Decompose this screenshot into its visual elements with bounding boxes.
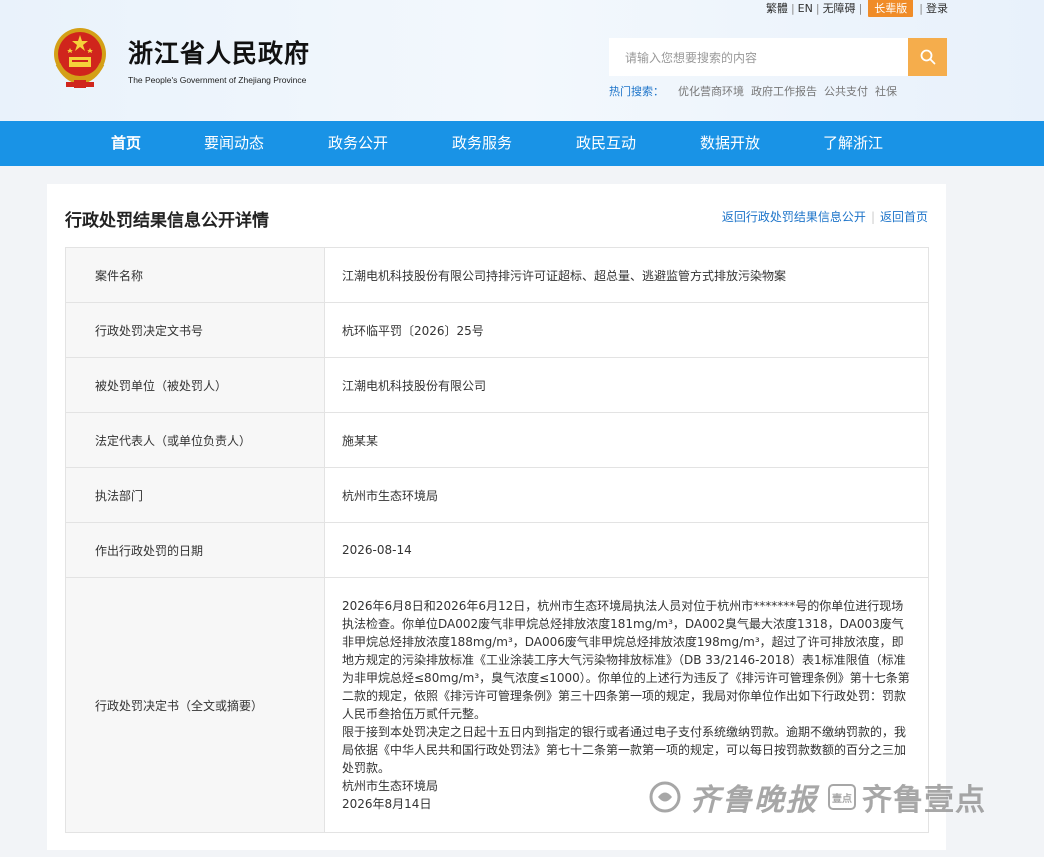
field-value: 杭环临平罚〔2026〕25号 (324, 302, 929, 358)
table-row: 作出行政处罚的日期 2026-08-14 (65, 522, 929, 578)
hot-search-item[interactable]: 社保 (875, 83, 897, 99)
field-label: 被处罚单位（被处罚人） (65, 357, 325, 413)
top-links: 繁體 | EN | 无障碍 | 长辈版 | 登录 (766, 0, 948, 17)
back-links: 返回行政处罚结果信息公开 | 返回首页 (722, 208, 928, 225)
site-header: 繁體 | EN | 无障碍 | 长辈版 | 登录 浙江省人民政府 The Peo… (0, 0, 1044, 121)
accessibility-link[interactable]: 无障碍 (823, 0, 856, 16)
separator: | (815, 1, 820, 15)
nav-item-open-data[interactable]: 数据开放 (690, 121, 770, 166)
field-label: 执法部门 (65, 467, 325, 523)
table-row: 法定代表人（或单位负责人） 施某某 (65, 412, 929, 468)
site-title[interactable]: 浙江省人民政府 (128, 34, 310, 70)
decision-paragraph: 限于接到本处罚决定之日起十五日内到指定的银行或者通过电子支付系统缴纳罚款。逾期不… (342, 725, 907, 775)
hot-search-item[interactable]: 政府工作报告 (751, 83, 817, 99)
field-label: 行政处罚决定书（全文或摘要） (65, 577, 325, 833)
hot-search-item[interactable]: 公共支付 (824, 83, 868, 99)
hot-search-item[interactable]: 优化营商环境 (678, 83, 744, 99)
nav-item-about-zhejiang[interactable]: 了解浙江 (814, 121, 892, 166)
decision-paragraph: 2026年6月8日和2026年6月12日，杭州市生态环境局执法人员对位于杭州市*… (342, 599, 910, 721)
field-label: 案件名称 (65, 247, 325, 303)
field-value: 江潮电机科技股份有限公司持排污许可证超标、超总量、逃避监管方式排放污染物案 (324, 247, 929, 303)
field-label: 行政处罚决定文书号 (65, 302, 325, 358)
field-value: 杭州市生态环境局 (324, 467, 929, 523)
table-row: 被处罚单位（被处罚人） 江潮电机科技股份有限公司 (65, 357, 929, 413)
nav-item-news[interactable]: 要闻动态 (194, 121, 274, 166)
nav-item-services[interactable]: 政务服务 (442, 121, 522, 166)
hot-search-label: 热门搜索： (609, 85, 664, 98)
separator: | (919, 1, 923, 15)
watermark-brand-1: 齐鲁晚报 (690, 783, 818, 818)
field-value: 2026-08-14 (324, 522, 929, 578)
field-value: 施某某 (324, 412, 929, 468)
back-to-list-link[interactable]: 返回行政处罚结果信息公开 (722, 208, 866, 225)
nav-item-open-government[interactable]: 政务公开 (318, 121, 398, 166)
field-value: 江潮电机科技股份有限公司 (324, 357, 929, 413)
media-watermark: 齐鲁晚报 壹点 齐鲁壹点 (648, 773, 1008, 821)
detail-panel: 行政处罚结果信息公开详情 返回行政处罚结果信息公开 | 返回首页 案件名称 江潮… (47, 184, 946, 850)
table-row: 执法部门 杭州市生态环境局 (65, 467, 929, 523)
national-emblem-icon[interactable] (52, 26, 108, 88)
search-icon (920, 49, 935, 65)
traditional-chinese-link[interactable]: 繁體 (766, 0, 788, 16)
field-label: 法定代表人（或单位负责人） (65, 412, 325, 468)
field-label: 作出行政处罚的日期 (65, 522, 325, 578)
login-link[interactable]: 登录 (926, 0, 948, 16)
watermark-badge: 壹点 (828, 784, 856, 810)
separator: | (870, 209, 875, 224)
nav-item-home[interactable]: 首页 (95, 121, 157, 166)
separator: | (790, 1, 795, 15)
search-button[interactable] (908, 38, 947, 76)
hot-search: 热门搜索： 优化营商环境 政府工作报告 公共支付 社保 (609, 83, 904, 99)
separator: | (858, 1, 863, 15)
page-title: 行政处罚结果信息公开详情 (65, 211, 269, 231)
english-link[interactable]: EN (798, 2, 813, 15)
search-input[interactable]: 请输入您想要搜索的内容 (609, 38, 908, 76)
search-placeholder: 请输入您想要搜索的内容 (625, 50, 758, 65)
penalty-detail-table: 案件名称 江潮电机科技股份有限公司持排污许可证超标、超总量、逃避监管方式排放污染… (65, 247, 929, 833)
back-to-home-link[interactable]: 返回首页 (880, 208, 928, 225)
table-row: 案件名称 江潮电机科技股份有限公司持排污许可证超标、超总量、逃避监管方式排放污染… (65, 247, 929, 303)
elder-version-button[interactable]: 长辈版 (868, 0, 914, 17)
watermark-brand-2: 齐鲁壹点 (862, 783, 986, 818)
table-row: 行政处罚决定文书号 杭环临平罚〔2026〕25号 (65, 302, 929, 358)
main-nav: 首页 要闻动态 政务公开 政务服务 政民互动 数据开放 了解浙江 (0, 121, 1044, 166)
nav-item-interaction[interactable]: 政民互动 (566, 121, 646, 166)
site-subtitle: The People's Government of Zhejiang Prov… (128, 75, 307, 85)
watermark-logo-icon (649, 781, 681, 813)
